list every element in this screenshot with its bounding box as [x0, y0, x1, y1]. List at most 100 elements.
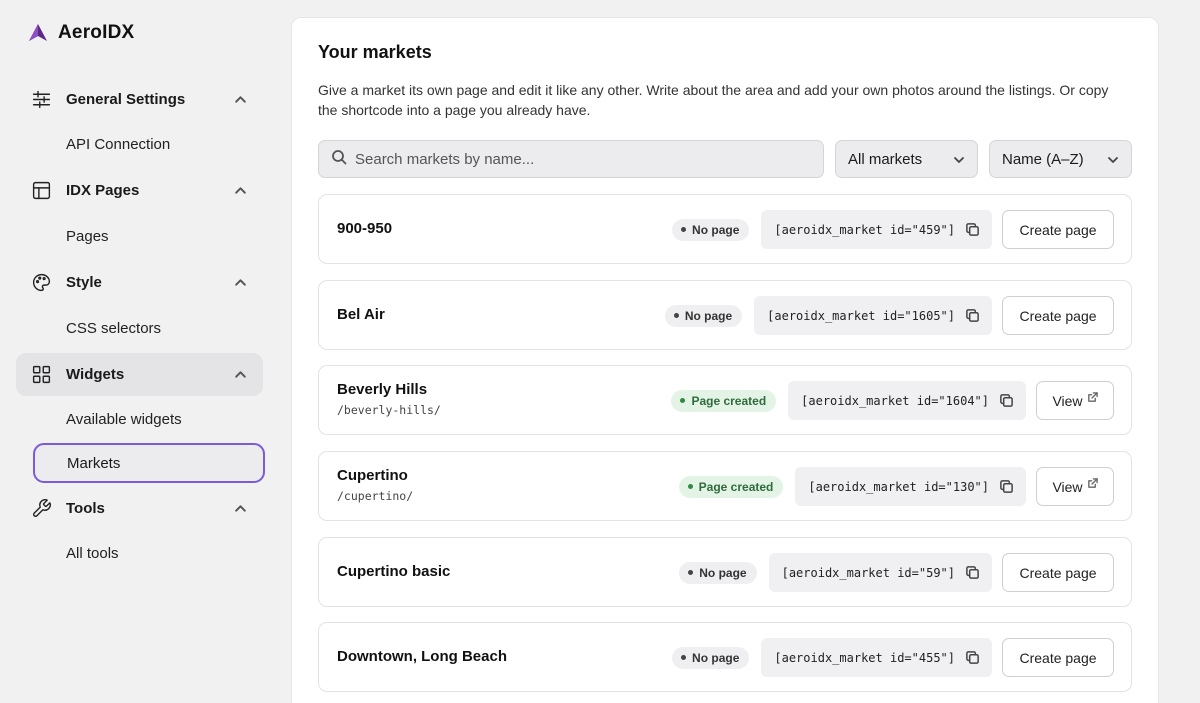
- shortcode-text: [aeroidx_market id="455"]: [774, 650, 955, 665]
- view-page-button[interactable]: View: [1036, 467, 1114, 506]
- grid-icon: [30, 364, 52, 386]
- market-slug: /cupertino/: [337, 489, 414, 503]
- create-page-button[interactable]: Create page: [1002, 638, 1114, 677]
- brand-logo[interactable]: AeroIDX: [28, 22, 134, 44]
- market-card: Beverly Hills /beverly-hills/ Page creat…: [318, 365, 1132, 435]
- sidebar-group-style[interactable]: Style: [16, 261, 263, 304]
- status-label: Page created: [698, 479, 774, 494]
- status-dot: [681, 655, 687, 660]
- market-name: Beverly Hills: [337, 381, 428, 398]
- sidebar-group-general-settings[interactable]: General Settings: [16, 78, 263, 121]
- market-filter-value: All markets: [848, 150, 923, 168]
- status-dot: [688, 570, 694, 575]
- sidebar-group-tools[interactable]: Tools: [16, 487, 263, 530]
- status-dot: [681, 227, 687, 232]
- brand-name: AeroIDX: [58, 22, 135, 43]
- shortcode-text: [aeroidx_market id="130"]: [808, 479, 989, 494]
- sliders-icon: [30, 89, 52, 111]
- copy-icon[interactable]: [999, 393, 1014, 408]
- shortcode-box[interactable]: [aeroidx_market id="455"]: [761, 638, 992, 677]
- page-title: Your markets: [318, 42, 432, 62]
- chevron-up-icon[interactable]: [234, 276, 247, 289]
- external-link-icon: [1087, 392, 1098, 402]
- copy-icon[interactable]: [999, 479, 1014, 494]
- status-dot: [687, 484, 693, 489]
- copy-icon[interactable]: [965, 222, 980, 237]
- external-link-icon: [1087, 478, 1098, 488]
- status-label: No page: [692, 222, 740, 237]
- market-card: Cupertino basic No page [aeroidx_market …: [318, 537, 1132, 607]
- sidebar-item-api-connection[interactable]: API Connection: [66, 136, 170, 153]
- market-card: Downtown, Long Beach No page [aeroidx_ma…: [318, 622, 1132, 692]
- status-label: Page created: [691, 393, 767, 408]
- chevron-up-icon[interactable]: [234, 368, 247, 381]
- market-name: Bel Air: [337, 306, 385, 323]
- copy-icon[interactable]: [965, 565, 980, 580]
- search-icon: [331, 149, 347, 170]
- status-label: No page: [684, 308, 733, 323]
- sidebar-group-idx-pages[interactable]: IDX Pages: [16, 169, 263, 212]
- status-badge: No page: [672, 646, 750, 669]
- status-badge: No page: [679, 561, 757, 584]
- sidebar-item-markets[interactable]: Markets: [33, 443, 265, 483]
- market-name: Cupertino basic: [337, 563, 451, 580]
- search-box[interactable]: [318, 140, 824, 178]
- create-page-button[interactable]: Create page: [1002, 296, 1114, 335]
- sidebar-item-available-widgets[interactable]: Available widgets: [66, 411, 182, 428]
- shortcode-box[interactable]: [aeroidx_market id="459"]: [761, 210, 992, 249]
- sidebar-group-label: General Settings: [66, 91, 186, 108]
- sidebar-group-widgets[interactable]: Widgets: [16, 353, 263, 396]
- sidebar-group-label: Style: [66, 274, 102, 291]
- chevron-up-icon[interactable]: [234, 93, 247, 106]
- view-label: View: [1052, 392, 1083, 409]
- sort-select[interactable]: Name (A–Z): [989, 140, 1132, 178]
- create-page-button[interactable]: Create page: [1002, 210, 1114, 249]
- status-badge: Page created: [678, 475, 784, 498]
- market-card: 900-950 No page [aeroidx_market id="459"…: [318, 194, 1132, 264]
- page-description: Give a market its own page and edit it l…: [318, 82, 1109, 118]
- chevron-down-icon: [953, 153, 965, 165]
- view-label: View: [1052, 478, 1083, 495]
- search-input[interactable]: [355, 150, 795, 168]
- market-name: 900-950: [337, 220, 393, 237]
- sidebar-group-label: Tools: [66, 500, 105, 517]
- create-page-button[interactable]: Create page: [1002, 553, 1114, 592]
- sidebar-group-label: IDX Pages: [66, 182, 140, 199]
- palette-icon: [30, 272, 52, 294]
- status-label: No page: [699, 565, 747, 580]
- market-name: Downtown, Long Beach: [337, 648, 507, 665]
- chevron-down-icon: [1107, 153, 1119, 165]
- chevron-up-icon[interactable]: [234, 184, 247, 197]
- chevron-up-icon[interactable]: [234, 502, 247, 515]
- market-card: Bel Air No page [aeroidx_market id="1605…: [318, 280, 1132, 350]
- status-badge: No page: [664, 304, 743, 327]
- status-badge: Page created: [671, 389, 777, 412]
- shortcode-text: [aeroidx_market id="59"]: [781, 565, 955, 580]
- sidebar-group-label: Widgets: [66, 366, 125, 383]
- wrench-icon: [30, 498, 52, 520]
- market-card: Cupertino /cupertino/ Page created [aero…: [318, 451, 1132, 521]
- sidebar-item-all-tools[interactable]: All tools: [66, 545, 119, 562]
- sidebar-item-css-selectors[interactable]: CSS selectors: [66, 320, 161, 337]
- copy-icon[interactable]: [965, 308, 980, 323]
- shortcode-box[interactable]: [aeroidx_market id="1604"]: [788, 381, 1026, 420]
- shortcode-text: [aeroidx_market id="1605"]: [767, 308, 955, 323]
- sort-value: Name (A–Z): [1002, 150, 1084, 168]
- shortcode-box[interactable]: [aeroidx_market id="130"]: [795, 467, 1026, 506]
- layout-icon: [30, 180, 52, 202]
- market-name: Cupertino: [337, 467, 408, 484]
- market-slug: /beverly-hills/: [337, 403, 441, 417]
- markets-panel: Your markets Give a market its own page …: [291, 17, 1159, 703]
- shortcode-box[interactable]: [aeroidx_market id="1605"]: [754, 296, 992, 335]
- status-dot: [673, 313, 679, 318]
- status-label: No page: [692, 650, 740, 665]
- view-page-button[interactable]: View: [1036, 381, 1114, 420]
- status-badge: No page: [672, 218, 750, 241]
- copy-icon[interactable]: [965, 650, 980, 665]
- status-dot: [680, 398, 686, 403]
- shortcode-box[interactable]: [aeroidx_market id="59"]: [768, 553, 992, 592]
- market-filter-select[interactable]: All markets: [835, 140, 978, 178]
- shortcode-text: [aeroidx_market id="1604"]: [801, 393, 989, 408]
- sidebar: AeroIDX General Settings API Connection …: [0, 0, 280, 703]
- sidebar-item-pages[interactable]: Pages: [66, 228, 109, 245]
